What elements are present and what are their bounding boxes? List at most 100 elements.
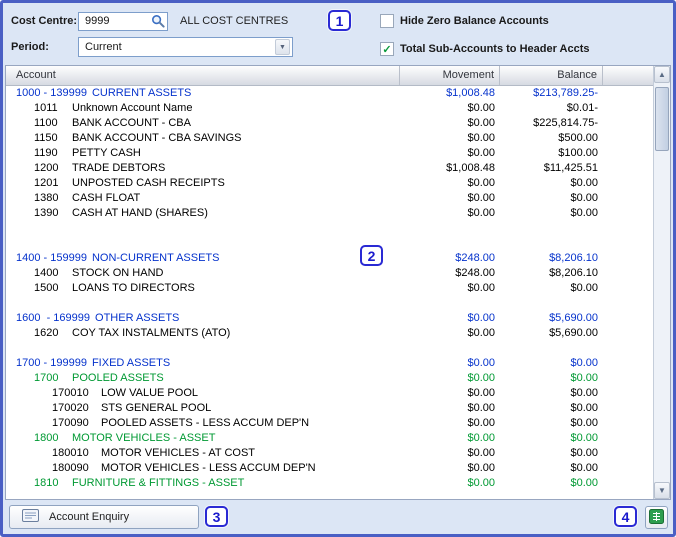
balance-value: $0.00 xyxy=(570,387,598,399)
movement-value: $0.00 xyxy=(467,312,495,324)
account-row[interactable]: 1600 - 169999 OTHER ASSETS $0.00 $5,690.00 xyxy=(6,311,653,326)
account-code: 1201 xyxy=(34,177,59,189)
account-code: 1390 xyxy=(34,207,59,219)
account-name: STOCK ON HAND xyxy=(72,267,164,279)
account-row[interactable]: 170020 STS GENERAL POOL $0.00 $0.00 xyxy=(6,401,653,416)
account-row[interactable]: 1700 - 199999 FIXED ASSETS $0.00 $0.00 xyxy=(6,356,653,371)
balance-value: $0.00 xyxy=(570,417,598,429)
movement-value: $0.00 xyxy=(467,477,495,489)
account-code: 170010 xyxy=(52,387,89,399)
account-code: 180090 xyxy=(52,462,89,474)
account-code: 1000 - 139999 xyxy=(16,87,87,99)
total-subaccounts-checkbox-box[interactable]: ✓ xyxy=(380,42,394,56)
row-filler xyxy=(603,86,653,101)
account-row[interactable]: 1620 COY TAX INSTALMENTS (ATO) $0.00 $5,690… xyxy=(6,326,653,341)
account-row[interactable]: 1700 POOLED ASSETS $0.00 $0.00 xyxy=(6,371,653,386)
blank-row xyxy=(6,296,653,311)
row-filler xyxy=(603,416,653,431)
account-row[interactable]: 1011 Unknown Account Name $0.00 $0.01- xyxy=(6,101,653,116)
balance-value: $0.00 xyxy=(570,192,598,204)
account-code: 1700 - 199999 xyxy=(16,357,87,369)
account-code: 1190 xyxy=(34,147,58,159)
account-code: 170090 xyxy=(52,417,89,429)
movement-value: $0.00 xyxy=(467,132,495,144)
row-filler xyxy=(603,251,653,266)
account-row[interactable]: 1000 - 139999 CURRENT ASSETS $1,008.48 $213… xyxy=(6,86,653,101)
account-row[interactable]: 1100 BANK ACCOUNT - CBA $0.00 $225,814.75- xyxy=(6,116,653,131)
blank-row xyxy=(6,341,653,356)
hide-zero-checkbox[interactable]: Hide Zero Balance Accounts xyxy=(380,14,549,28)
chevron-down-icon[interactable]: ▼ xyxy=(275,39,290,55)
cost-centre-input[interactable]: 9999 xyxy=(78,11,168,31)
balance-value: $11,425.51 xyxy=(543,162,598,174)
account-row[interactable]: 170090 POOLED ASSETS - LESS ACCUM DEP'N $0… xyxy=(6,416,653,431)
period-select[interactable]: Current ▼ xyxy=(78,37,293,57)
account-row[interactable]: 1810 FURNITURE & FITTINGS - ASSET $0.00 $0.… xyxy=(6,476,653,491)
balance-value: $500.00 xyxy=(558,132,598,144)
row-filler xyxy=(603,266,653,281)
account-row[interactable]: 170010 LOW VALUE POOL $0.00 $0.00 xyxy=(6,386,653,401)
movement-value: $0.00 xyxy=(467,387,495,399)
scrollbar-thumb[interactable] xyxy=(655,87,669,151)
row-filler xyxy=(603,461,653,476)
account-row[interactable]: 1190 PETTY CASH $0.00 $100.00 xyxy=(6,146,653,161)
export-excel-button[interactable] xyxy=(645,506,668,529)
account-name: PETTY CASH xyxy=(72,147,141,159)
balance-value: $0.01- xyxy=(566,102,598,114)
balance-value: $0.00 xyxy=(570,282,598,294)
account-code: 170020 xyxy=(52,402,89,414)
account-enquiry-button[interactable]: Account Enquiry xyxy=(9,505,199,529)
hide-zero-checkbox-box[interactable] xyxy=(380,14,394,28)
account-row[interactable]: 180010 MOTOR VEHICLES - AT COST $0.00 $0.00 xyxy=(6,446,653,461)
account-row[interactable]: 1800 MOTOR VEHICLES - ASSET $0.00 $0.00 xyxy=(6,431,653,446)
account-code: 1011 xyxy=(34,102,58,114)
account-name: CASH AT HAND (SHARES) xyxy=(72,207,208,219)
blank-row xyxy=(6,221,653,236)
total-subaccounts-checkbox[interactable]: ✓ Total Sub-Accounts to Header Accts xyxy=(380,42,589,56)
account-row[interactable]: 1400 STOCK ON HAND $248.00 $8,206.10 xyxy=(6,266,653,281)
scroll-up-icon: ▲ xyxy=(658,70,666,79)
account-name: OTHER ASSETS xyxy=(95,312,180,324)
search-icon[interactable] xyxy=(151,14,165,28)
account-name: STS GENERAL POOL xyxy=(101,402,212,414)
row-filler xyxy=(603,431,653,446)
vertical-scrollbar[interactable]: ▲ ▼ xyxy=(653,66,670,499)
balance-value: $225,814.75- xyxy=(533,117,598,129)
column-header-movement[interactable]: Movement xyxy=(400,66,500,85)
blank-row xyxy=(6,236,653,251)
account-row[interactable]: 1150 BANK ACCOUNT - CBA SAVINGS $0.00 $500.… xyxy=(6,131,653,146)
row-filler xyxy=(603,131,653,146)
movement-value: $0.00 xyxy=(467,357,495,369)
account-row[interactable]: 1380 CASH FLOAT $0.00 $0.00 xyxy=(6,191,653,206)
row-filler xyxy=(603,176,653,191)
account-row[interactable]: 1390 CASH AT HAND (SHARES) $0.00 $0.00 xyxy=(6,206,653,221)
balance-value: $0.00 xyxy=(570,207,598,219)
balance-value: $0.00 xyxy=(570,477,598,489)
movement-value: $248.00 xyxy=(455,267,495,279)
movement-value: $0.00 xyxy=(467,327,495,339)
column-header-balance[interactable]: Balance xyxy=(500,66,603,85)
account-row[interactable]: 1200 TRADE DEBTORS $1,008.48 $11,425.51 xyxy=(6,161,653,176)
account-name: MOTOR VEHICLES - AT COST xyxy=(101,447,256,459)
row-filler xyxy=(603,356,653,371)
period-label: Period: xyxy=(11,41,49,53)
movement-value: $0.00 xyxy=(467,432,495,444)
account-row[interactable]: 1201 UNPOSTED CASH RECEIPTS $0.00 $0.00 xyxy=(6,176,653,191)
total-subaccounts-label: Total Sub-Accounts to Header Accts xyxy=(400,43,590,55)
movement-value: $0.00 xyxy=(467,402,495,414)
account-row[interactable]: 1500 LOANS TO DIRECTORS $0.00 $0.00 xyxy=(6,281,653,296)
movement-value: $0.00 xyxy=(467,177,495,189)
balance-value: $0.00 xyxy=(570,432,598,444)
cost-centre-label: Cost Centre: xyxy=(11,15,78,27)
row-filler xyxy=(603,386,653,401)
account-row[interactable]: 180090 MOTOR VEHICLES - LESS ACCUM DEP'N $… xyxy=(6,461,653,476)
row-filler xyxy=(603,116,653,131)
scroll-down-button[interactable]: ▼ xyxy=(654,482,670,499)
account-code: 1810 xyxy=(34,477,59,489)
column-header-account[interactable]: Account xyxy=(6,66,400,85)
balance-value: $8,206.10 xyxy=(549,267,598,279)
cost-centre-description: ALL COST CENTRES xyxy=(180,15,289,27)
scroll-up-button[interactable]: ▲ xyxy=(654,66,670,83)
account-name: POOLED ASSETS - LESS ACCUM DEP'N xyxy=(101,417,310,429)
account-row[interactable]: 1400 - 159999 NON-CURRENT ASSETS $248.00 $8… xyxy=(6,251,653,266)
